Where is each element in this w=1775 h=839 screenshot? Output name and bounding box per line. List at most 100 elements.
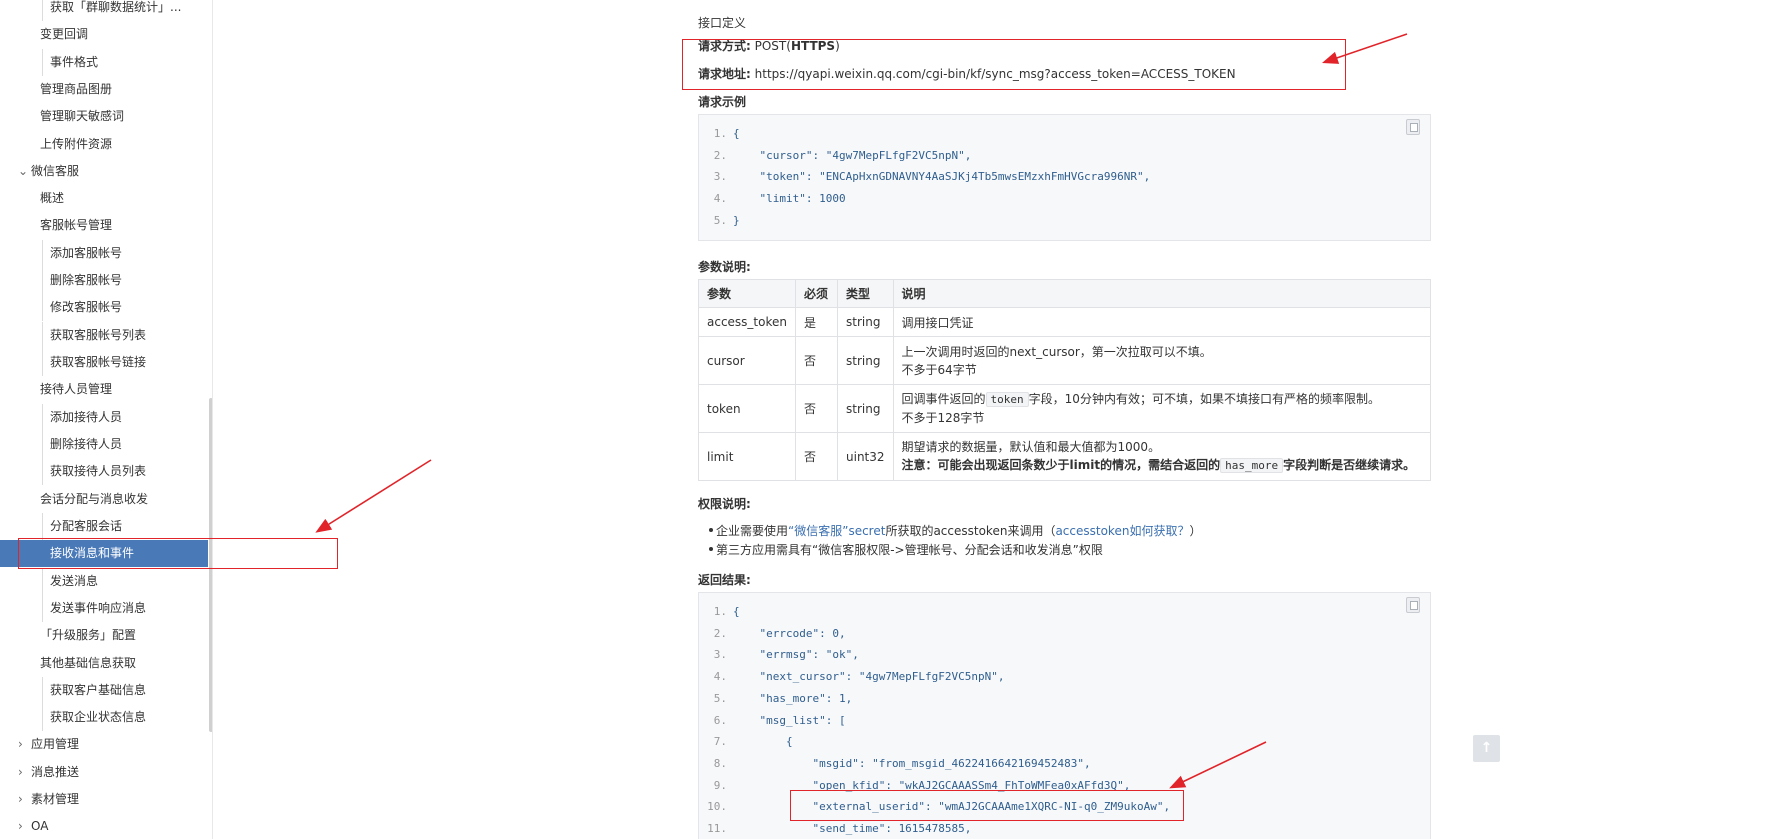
sidebar-item[interactable]: ⌄ 微信客服 — [0, 158, 208, 185]
param-required: 否 — [795, 432, 838, 481]
sidebar-item[interactable]: 添加客服帐号 — [0, 240, 208, 267]
code-text: "errcode": 0, — [733, 626, 846, 640]
sidebar-item[interactable]: 会话分配与消息收发 — [0, 486, 208, 513]
line-number: 4. — [713, 192, 727, 206]
accesstoken-link[interactable]: accesstoken如何获取？ — [1055, 524, 1189, 538]
code-text: { — [733, 127, 740, 140]
sidebar-item[interactable]: 分配客服会话 — [0, 513, 208, 540]
sidebar-item[interactable]: 接待人员管理 — [0, 376, 208, 403]
sidebar-item[interactable]: 获取客服帐号链接 — [0, 349, 208, 376]
sidebar-item[interactable]: 修改客服帐号 — [0, 294, 208, 321]
sidebar-item[interactable]: 变更回调 — [0, 21, 208, 48]
sidebar-item[interactable]: 管理聊天敏感词 — [0, 103, 208, 130]
line-number: 8. — [713, 756, 727, 770]
sidebar-item[interactable]: 获取「群聊数据统计」... — [0, 0, 208, 21]
param-desc: 上一次调用时返回的next_cursor，第一次拉取可以不填。 不多于64字节 — [892, 336, 1432, 385]
sidebar-item-label: 删除客服帐号 — [50, 273, 123, 287]
code-text: "msg_list": [ — [733, 713, 846, 727]
param-type: string — [837, 384, 894, 433]
sidebar-item-label: 接待人员管理 — [40, 382, 113, 396]
sidebar-item[interactable]: 发送消息 — [0, 568, 208, 595]
permission-text: 企业需要使用 — [716, 524, 789, 538]
sidebar-item[interactable]: 获取接待人员列表 — [0, 458, 208, 485]
code-line: 2. "errcode": 0, — [699, 624, 846, 644]
sidebar-item[interactable]: 获取客户基础信息 — [0, 677, 208, 704]
sidebar-item-label: 获取客服帐号链接 — [50, 355, 147, 369]
code-line: 1. { — [699, 602, 740, 622]
code-text: "errmsg": "ok", — [733, 648, 859, 662]
code-line: 5.} — [699, 211, 740, 231]
sidebar-item-label: 修改客服帐号 — [50, 300, 123, 314]
line-number: 7. — [713, 735, 727, 749]
code-text: "token": "ENCApHxnGDNAVNY4AaSJKj4Tb5mwsE… — [733, 170, 1151, 184]
chevron-right-icon[interactable]: › — [18, 759, 23, 786]
permission-heading: 权限说明: — [698, 497, 751, 511]
return-heading: 返回结果: — [698, 573, 751, 587]
chevron-down-icon[interactable]: ⌄ — [18, 158, 28, 185]
code-line: 1. { — [699, 124, 740, 144]
sidebar-item[interactable]: 管理商品图册 — [0, 76, 208, 103]
sidebar-item[interactable]: 其他基础信息获取 — [0, 650, 208, 677]
code-line: 11. "send_time": 1615478585, — [699, 819, 971, 839]
code-line: 3. "errmsg": "ok", — [699, 645, 859, 665]
sidebar-item[interactable]: 删除接待人员 — [0, 431, 208, 458]
permission-item: 第三方应用需具有“微信客服权限->管理帐号、分配会话和收发消息”权限 — [709, 543, 1103, 557]
sidebar-item-label: 客服帐号管理 — [40, 218, 113, 232]
sidebar-item[interactable]: 发送事件响应消息 — [0, 595, 208, 622]
sidebar-item[interactable]: 获取企业状态信息 — [0, 704, 208, 731]
sidebar-item-label: 概述 — [40, 191, 65, 205]
sidebar-item-label: 「升级服务」配置 — [40, 628, 137, 642]
sidebar-item[interactable]: › 素材管理 — [0, 786, 208, 813]
line-number: 11. — [707, 822, 727, 835]
sidebar-item-label: 上传附件资源 — [40, 137, 113, 151]
copy-icon[interactable] — [1406, 597, 1420, 613]
param-desc: 期望请求的数据量，默认值和最大值都为1000。 注意：可能会出现返回条数少于li… — [892, 432, 1432, 481]
copy-icon[interactable] — [1406, 119, 1420, 135]
sidebar-item[interactable]: › OA — [0, 813, 208, 839]
code-line: 4. "next_cursor": "4gw7MepFLfgF2VC5npN", — [699, 667, 1005, 687]
param-type: string — [837, 336, 894, 385]
sidebar-item-label: 变更回调 — [40, 27, 89, 41]
secret-link[interactable]: “微信客服”secret — [788, 524, 885, 538]
sidebar-item[interactable]: 「升级服务」配置 — [0, 622, 208, 649]
code-line: 5. "has_more": 1, — [699, 689, 852, 709]
sidebar-item[interactable]: 概述 — [0, 185, 208, 212]
inline-code: token — [985, 392, 1029, 407]
sidebar-item[interactable]: › 消息推送 — [0, 759, 208, 786]
param-required: 是 — [795, 307, 838, 337]
permission-text: 所获取的accesstoken来调用（ — [885, 524, 1056, 538]
sidebar-item[interactable]: 上传附件资源 — [0, 131, 208, 158]
code-text: "cursor": "4gw7MepFLfgF2VC5npN", — [733, 148, 972, 162]
param-desc-text: 字段，10分钟内有效；可不填，如果不填接口有严格的频率限制。 — [1028, 392, 1380, 406]
sidebar-item-label: 事件格式 — [50, 55, 99, 69]
code-text: "send_time": 1615478585, — [733, 822, 972, 835]
chevron-right-icon[interactable]: › — [18, 731, 23, 758]
sidebar-item-label: 微信客服 — [31, 164, 80, 178]
param-note: 注意：可能会出现返回条数少于limit的情况，需结合返回的 has_more 字段判… — [902, 456, 1422, 475]
param-desc-line: 不多于64字节 — [901, 362, 977, 377]
sidebar-item-label: 添加接待人员 — [50, 410, 123, 424]
sidebar-item[interactable]: 获取客服帐号列表 — [0, 322, 208, 349]
chevron-right-icon[interactable]: › — [18, 813, 23, 839]
sidebar-item[interactable]: › 应用管理 — [0, 731, 208, 758]
line-number: 3. — [713, 648, 727, 662]
interface-definition-heading: 接口定义 — [698, 16, 747, 30]
back-to-top-button[interactable]: ↑ — [1473, 735, 1500, 762]
chevron-right-icon[interactable]: › — [18, 786, 23, 813]
sidebar-item[interactable]: 客服帐号管理 — [0, 212, 208, 239]
request-example-heading: 请求示例 — [698, 95, 747, 109]
permission-item: 企业需要使用“微信客服”secret所获取的accesstoken来调用（acc… — [708, 522, 1201, 539]
sidebar-item[interactable]: 添加接待人员 — [0, 404, 208, 431]
line-number: 5. — [713, 213, 727, 227]
code-line: 4. "limit": 1000 — [699, 189, 846, 209]
param-type: uint32 — [837, 432, 894, 481]
sidebar-nav: 获取「群聊数据统计」... 变更回调事件格式管理商品图册 管理聊天敏感词上传附件资源… — [0, 0, 213, 839]
sidebar-item-label: 消息推送 — [31, 765, 80, 779]
sidebar-item[interactable]: 事件格式 — [0, 49, 208, 76]
params-header-cell: 必须 — [795, 279, 838, 308]
sidebar-item[interactable]: 删除客服帐号 — [0, 267, 208, 294]
param-note-text: 字段判断是否继续请求。 — [1283, 458, 1416, 472]
line-number: 3. — [713, 170, 727, 184]
table-row: limit 否 uint32 期望请求的数据量，默认值和最大值都为1000。 注… — [698, 432, 1432, 481]
table-row: access_token 是 string 调用接口凭证 — [698, 307, 1432, 337]
